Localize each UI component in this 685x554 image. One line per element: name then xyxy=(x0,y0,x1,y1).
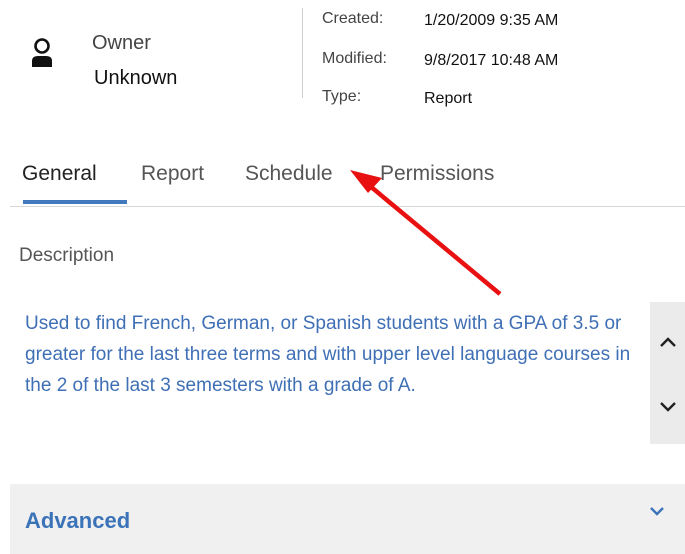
owner-value: Unknown xyxy=(94,67,178,89)
tab-bar: General Report Schedule Permissions xyxy=(10,150,685,207)
scroll-down-icon[interactable] xyxy=(658,397,678,417)
scroll-up-icon[interactable] xyxy=(658,332,678,352)
created-value: 1/20/2009 9:35 AM xyxy=(424,12,559,29)
modified-label: Modified: xyxy=(322,50,387,67)
person-icon xyxy=(32,38,52,67)
advanced-label: Advanced xyxy=(25,508,131,533)
chevron-down-icon[interactable] xyxy=(648,504,666,518)
description-text: Used to find French, German, or Spanish … xyxy=(25,313,631,396)
owner-label: Owner xyxy=(92,32,151,54)
description-label: Description xyxy=(19,245,115,266)
active-tab-indicator xyxy=(23,200,127,204)
tab-schedule[interactable]: Schedule xyxy=(245,162,333,186)
advanced-section-header[interactable]: Advanced xyxy=(10,484,685,554)
type-value: Report xyxy=(424,90,473,107)
created-label: Created: xyxy=(322,10,384,27)
tab-report[interactable]: Report xyxy=(141,162,204,186)
type-label: Type: xyxy=(322,88,362,105)
tab-general[interactable]: General xyxy=(22,162,97,186)
tab-permissions[interactable]: Permissions xyxy=(380,162,494,186)
description-scrollbar[interactable] xyxy=(650,302,685,444)
header-divider xyxy=(302,8,303,98)
modified-value: 9/8/2017 10:48 AM xyxy=(424,52,559,69)
